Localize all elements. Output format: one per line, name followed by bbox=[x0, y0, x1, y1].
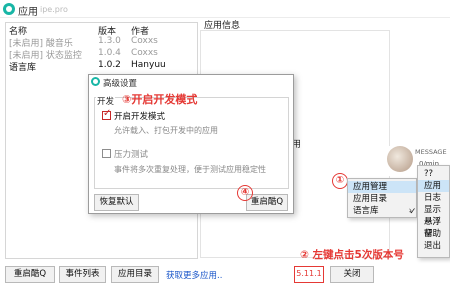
menu-item-label: 退出 bbox=[424, 241, 442, 251]
stress-test-desc: 事件将多次重复处理，便于测试应用稳定性 bbox=[114, 165, 266, 174]
submenu-item-show-float[interactable]: 显示悬浮 bbox=[418, 204, 449, 227]
item-version: 1.0.4 bbox=[98, 48, 121, 58]
window-title: 应用 bbox=[18, 7, 38, 18]
menu-item-app-manage[interactable]: 应用管理 bbox=[348, 181, 416, 193]
annotation-step3: ③开启开发模式 bbox=[122, 93, 198, 106]
checked-tick-icon: ✓ bbox=[409, 207, 417, 217]
dev-mode-label: 开启开发模式 bbox=[114, 112, 166, 122]
restart-button[interactable]: 重启酷Q bbox=[5, 266, 55, 283]
dialog-restart-button[interactable]: 重启酷Q bbox=[246, 194, 288, 211]
list-item[interactable]: 语言库 1.0.2 Hanyuu bbox=[6, 59, 197, 73]
menu-item-label: 语言库 bbox=[353, 206, 379, 216]
list-header: 名称 版本 作者 bbox=[6, 23, 197, 37]
submenu-item-app[interactable]: 应用 bbox=[418, 180, 449, 192]
item-author: Hanyuu bbox=[131, 60, 166, 70]
stress-test-label: 压力测试 bbox=[114, 150, 149, 160]
list-item[interactable]: [未启用] 状态监控 1.0.4 Coxxs bbox=[6, 47, 197, 61]
app-directory-button[interactable]: 应用目录 bbox=[111, 266, 159, 283]
notification-title: MESSAGE bbox=[415, 148, 447, 156]
title-watermark: ipe.pro bbox=[40, 5, 68, 14]
get-more-apps-link[interactable]: 获取更多应用.. bbox=[166, 269, 222, 281]
submenu-item[interactable]: ?? bbox=[418, 168, 449, 180]
menu-item-label: 应用管理 bbox=[353, 182, 388, 192]
menu-item-label: ?? bbox=[424, 169, 434, 179]
dialog-logo-icon bbox=[91, 77, 100, 86]
tray-submenu: ?? 应用 日志 显示悬浮 悬浮窗 帮助 退出 bbox=[417, 165, 450, 258]
menu-item-label: 日志 bbox=[424, 193, 442, 203]
bottom-toolbar: 重启酷Q 事件列表 应用目录 获取更多应用.. 5.11.1 关闭 bbox=[0, 262, 450, 289]
title-bar: 应用 ipe.pro bbox=[0, 0, 450, 18]
event-list-button[interactable]: 事件列表 bbox=[59, 266, 106, 283]
dialog-title-bar: 高级设置 bbox=[89, 75, 293, 89]
avatar bbox=[387, 146, 413, 172]
menu-item-label: 帮助 bbox=[424, 229, 442, 239]
annotation-step4: ④ bbox=[237, 185, 253, 201]
menu-item-language[interactable]: 语言库 › bbox=[348, 205, 416, 217]
item-name: 语言库 bbox=[9, 63, 37, 73]
item-author: Coxxs bbox=[131, 36, 158, 46]
menu-item-label: 应用 bbox=[424, 181, 442, 191]
submenu-item-help[interactable]: 帮助 bbox=[418, 228, 449, 240]
item-author: Coxxs bbox=[131, 48, 158, 58]
close-button[interactable]: 关闭 bbox=[330, 266, 374, 283]
app-logo-icon bbox=[3, 3, 15, 15]
tray-context-menu: 应用管理 应用目录 语言库 › bbox=[347, 178, 417, 218]
annotation-step2: ② 左键点击5次版本号 bbox=[300, 249, 404, 261]
menu-item-label: 应用目录 bbox=[353, 194, 388, 204]
menu-item-app-dir[interactable]: 应用目录 bbox=[348, 193, 416, 205]
dialog-title: 高级设置 bbox=[103, 79, 138, 89]
dev-group-label: 开发 bbox=[96, 95, 116, 107]
version-number[interactable]: 5.11.1 bbox=[294, 266, 324, 283]
stress-test-checkbox[interactable] bbox=[102, 149, 111, 158]
dev-mode-desc: 允许载入、打包开发中的应用 bbox=[114, 126, 218, 135]
item-version: 1.3.0 bbox=[98, 36, 121, 46]
item-version: 1.0.2 bbox=[98, 60, 121, 70]
list-item[interactable]: [未启用] 酸音乐 1.3.0 Coxxs bbox=[6, 35, 197, 49]
dev-mode-checkbox[interactable]: ✓ bbox=[102, 108, 112, 120]
submenu-item-float-window[interactable]: 悬浮窗 bbox=[418, 216, 449, 239]
submenu-item-exit[interactable]: 退出 bbox=[418, 240, 449, 252]
check-icon: ✓ bbox=[103, 108, 112, 119]
reset-default-button[interactable]: 恢复默认 bbox=[94, 194, 139, 211]
submenu-item-log[interactable]: 日志 bbox=[418, 192, 449, 204]
annotation-step1: ① bbox=[332, 173, 348, 189]
